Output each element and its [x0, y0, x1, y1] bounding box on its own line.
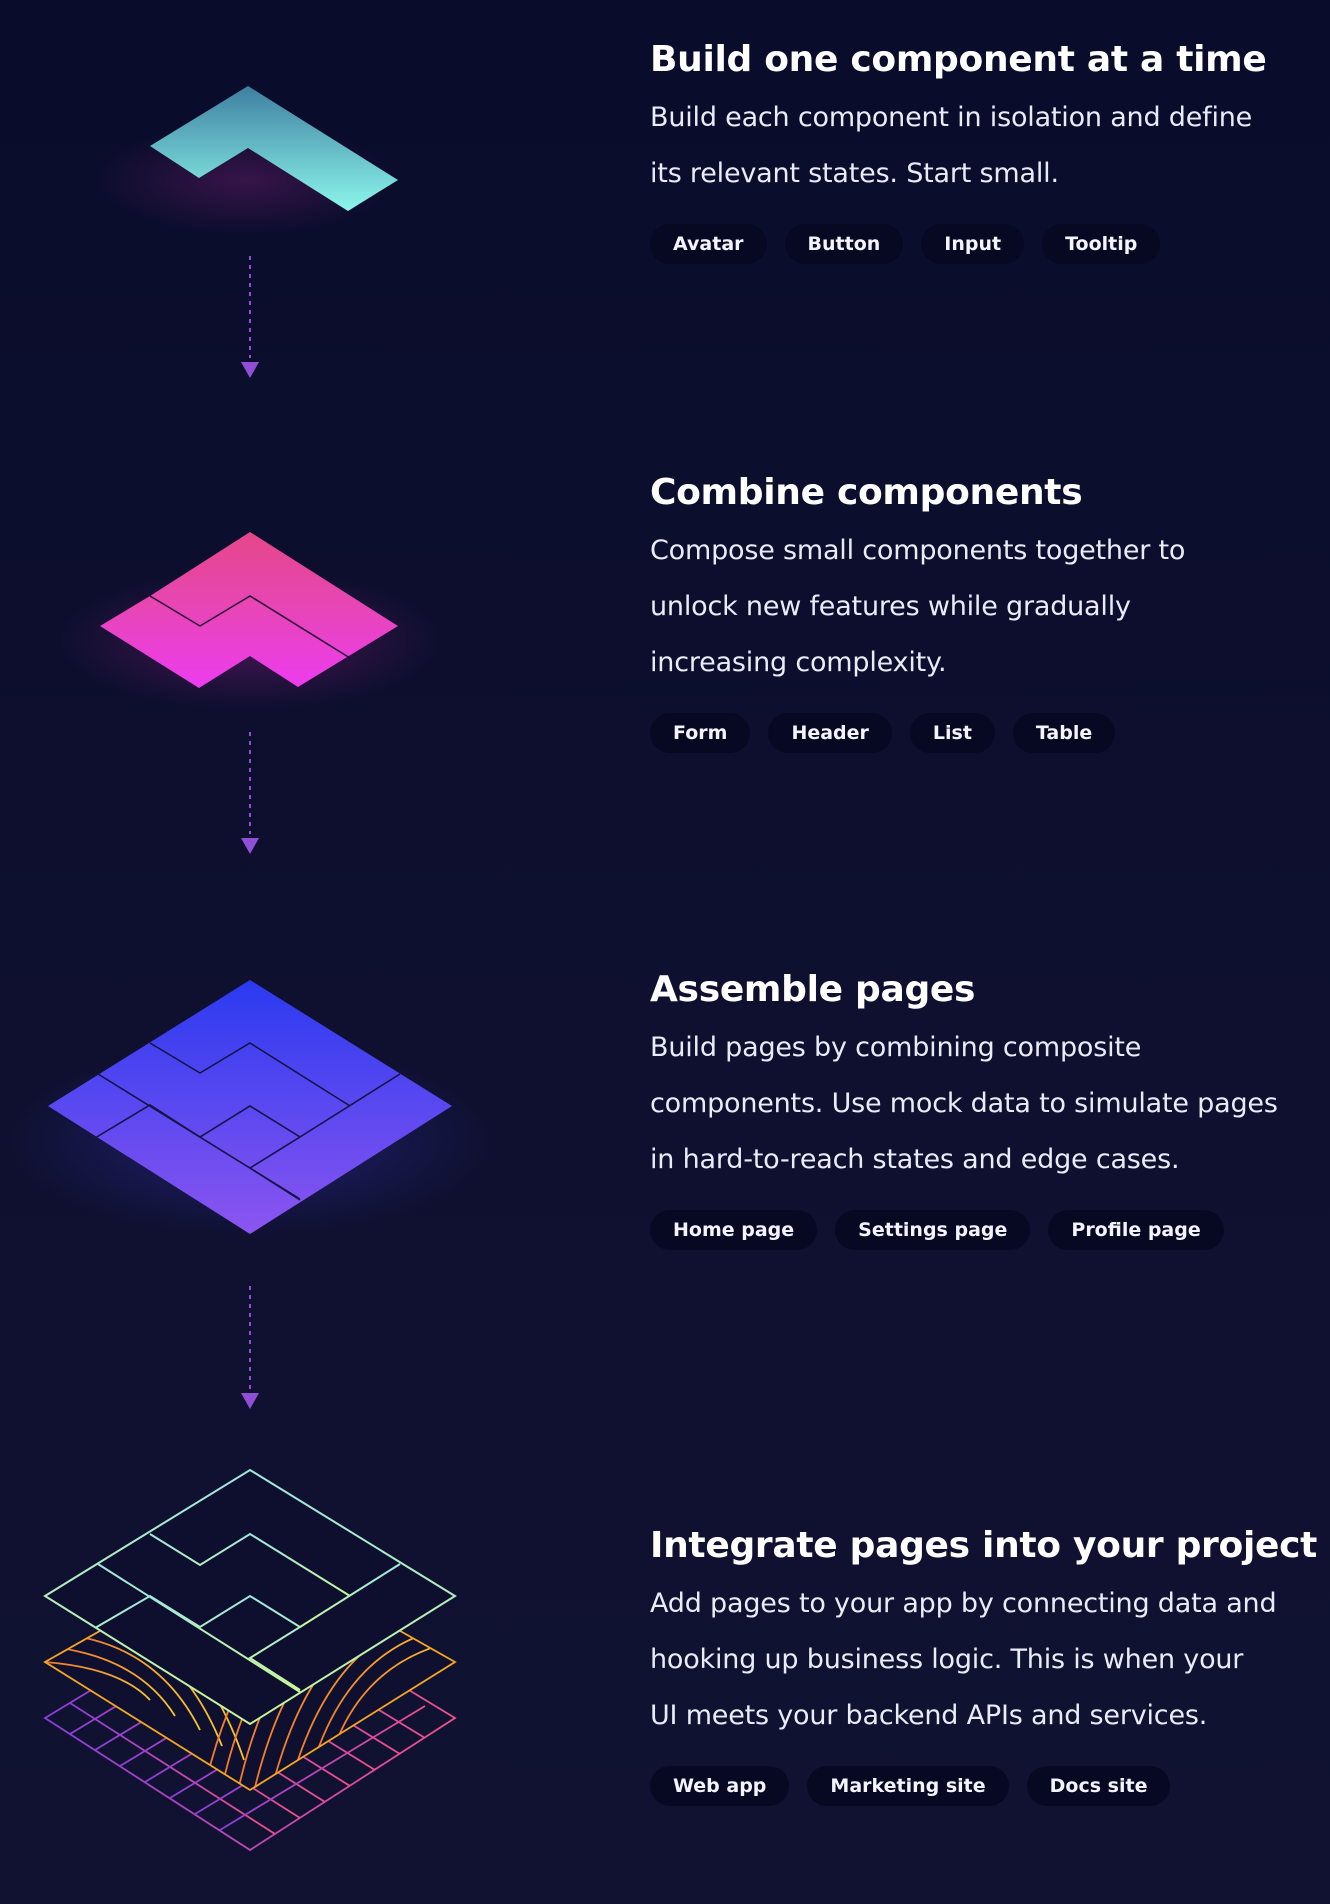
step-build-component: Build one component at a time Build each… — [650, 36, 1310, 264]
description-line: Build pages by combining composite — [650, 1032, 1142, 1063]
tag-form[interactable]: Form — [650, 713, 751, 753]
down-arrow-icon — [241, 732, 259, 854]
project-stack-icon — [43, 1468, 457, 1852]
description-line: components. Use mock data to simulate pa… — [650, 1088, 1278, 1119]
tag-button[interactable]: Button — [784, 224, 904, 264]
tag-profile-page[interactable]: Profile page — [1048, 1210, 1224, 1250]
tag-home-page[interactable]: Home page — [650, 1210, 818, 1250]
tag-settings-page[interactable]: Settings page — [835, 1210, 1031, 1250]
tag-list: Avatar Button Input Tooltip — [650, 224, 1310, 264]
tag-table[interactable]: Table — [1012, 713, 1116, 753]
tag-list-item[interactable]: List — [909, 713, 995, 753]
combined-layer-icon — [60, 532, 440, 710]
section-title: Assemble pages — [650, 969, 976, 1010]
section-title: Combine components — [650, 472, 1083, 513]
section-description: Add pages to your app by connecting data… — [650, 1576, 1310, 1744]
section-description: Build each component in isolation and de… — [650, 90, 1310, 202]
down-arrow-icon — [241, 256, 259, 378]
step-integrate-pages: Integrate pages into your project Add pa… — [650, 1522, 1318, 1806]
tag-list: Home page Settings page Profile page — [650, 1210, 1310, 1250]
description-line: Build each component in isolation and de… — [650, 102, 1253, 133]
tag-web-app[interactable]: Web app — [650, 1766, 790, 1806]
description-line: in hard-to-reach states and edge cases. — [650, 1144, 1180, 1175]
section-title: Build one component at a time — [650, 39, 1267, 80]
tag-list: Web app Marketing site Docs site — [650, 1766, 1310, 1806]
description-line: Compose small components together to — [650, 535, 1186, 566]
description-line: UI meets your backend APIs and services. — [650, 1700, 1208, 1731]
tag-avatar[interactable]: Avatar — [650, 224, 767, 264]
description-line: hooking up business logic. This is when … — [650, 1644, 1244, 1675]
tag-input[interactable]: Input — [921, 224, 1025, 264]
section-description: Compose small components together to unl… — [650, 523, 1310, 691]
description-line: its relevant states. Start small. — [650, 158, 1059, 189]
step-combine-components: Combine components Compose small compone… — [650, 469, 1310, 753]
pages-layer-icon — [10, 980, 490, 1235]
tag-list: Form Header List Table — [650, 713, 1310, 753]
tag-header[interactable]: Header — [768, 713, 892, 753]
tag-tooltip[interactable]: Tooltip — [1042, 224, 1161, 264]
tag-marketing-site[interactable]: Marketing site — [807, 1766, 1009, 1806]
description-line: increasing complexity. — [650, 647, 947, 678]
section-title: Integrate pages into your project — [650, 1525, 1318, 1566]
down-arrow-icon — [241, 1286, 259, 1409]
description-line: Add pages to your app by connecting data… — [650, 1588, 1277, 1619]
section-description: Build pages by combining composite compo… — [650, 1020, 1310, 1188]
component-layer-icon — [95, 86, 398, 235]
tag-docs-site[interactable]: Docs site — [1026, 1766, 1171, 1806]
step-assemble-pages: Assemble pages Build pages by combining … — [650, 966, 1310, 1250]
description-line: unlock new features while gradually — [650, 591, 1131, 622]
